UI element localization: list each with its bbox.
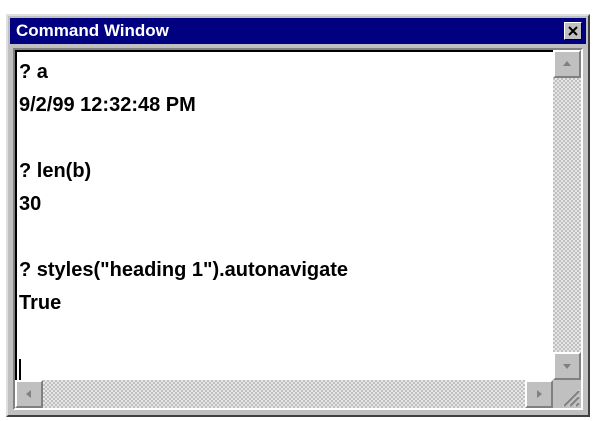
close-button[interactable] <box>564 22 582 40</box>
console-frame: ? a 9/2/99 12:32:48 PM ? len(b) 30 ? sty… <box>13 48 583 410</box>
console-line: 9/2/99 12:32:48 PM <box>19 94 196 116</box>
scroll-right-button[interactable] <box>525 380 553 408</box>
text-caret <box>19 359 21 380</box>
console-line: ? a <box>19 61 48 83</box>
console-line: ? len(b) <box>19 160 92 182</box>
arrow-right-icon <box>537 390 542 398</box>
console-line: ? styles("heading 1").autonavigate <box>19 259 349 281</box>
resize-grip[interactable] <box>553 380 581 408</box>
scroll-up-button[interactable] <box>553 50 581 78</box>
scroll-left-button[interactable] <box>15 380 43 408</box>
arrow-up-icon <box>563 61 571 66</box>
vertical-scrollbar[interactable] <box>553 50 581 380</box>
arrow-down-icon <box>563 364 571 369</box>
arrow-left-icon <box>26 390 31 398</box>
close-icon <box>568 26 578 36</box>
console-text-area[interactable]: ? a 9/2/99 12:32:48 PM ? len(b) 30 ? sty… <box>15 50 553 380</box>
resize-grip-icon <box>562 389 580 407</box>
console-line: True <box>19 292 62 314</box>
horizontal-scrollbar[interactable] <box>15 380 553 408</box>
input-line[interactable] <box>19 353 553 380</box>
title-bar[interactable]: Command Window <box>10 18 586 44</box>
scroll-down-button[interactable] <box>553 352 581 380</box>
command-window: Command Window ? a 9/2/99 12:32:48 PM ? … <box>6 14 590 417</box>
console-line: 30 <box>19 193 42 215</box>
window-title: Command Window <box>16 21 169 40</box>
